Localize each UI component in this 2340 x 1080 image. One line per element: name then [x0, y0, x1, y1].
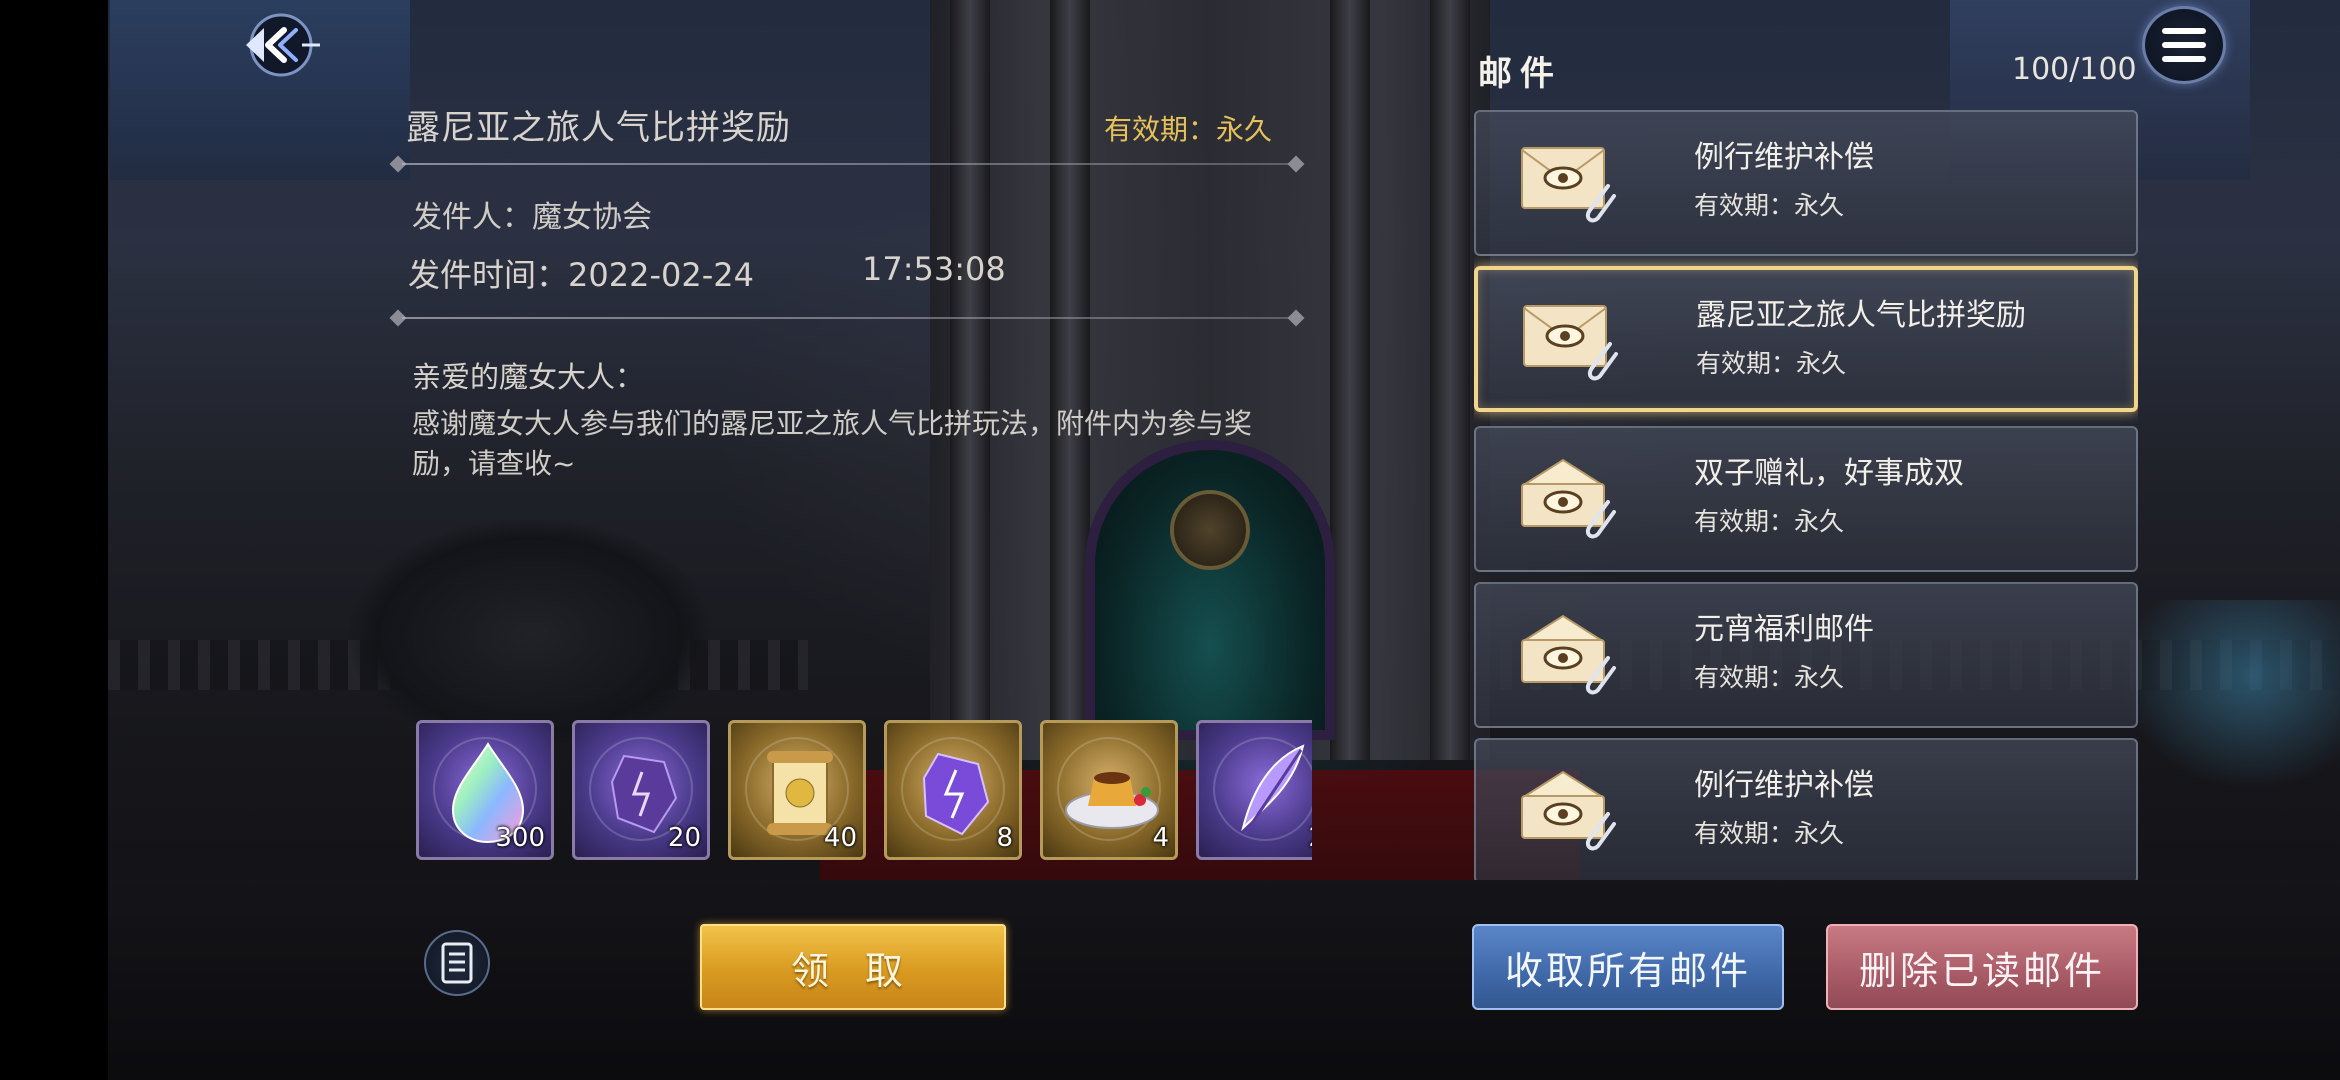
mail-send-time: 发件时间：2022-02-24 17:53:08: [408, 250, 1006, 296]
detail-divider-top: [389, 155, 1305, 173]
mail-sender: 发件人：魔女协会: [412, 200, 652, 235]
attachment-count: 8: [996, 823, 1013, 853]
attachment-item[interactable]: 4: [1040, 720, 1178, 860]
mail-item-validity: 有效期：永久: [1694, 663, 1845, 692]
paperclip-icon: [1587, 342, 1618, 381]
mail-list-item[interactable]: 双子赠礼，好事成双 有效期：永久: [1474, 426, 2138, 572]
mail-list-item[interactable]: 例行维护补偿 有效期：永久: [1474, 738, 2138, 880]
mail-list[interactable]: 例行维护补偿 有效期：永久 露尼亚之旅人气比拼奖励 有效期：永久 双子赠礼，好事…: [1474, 110, 2138, 880]
mail-item-validity: 有效期：永久: [1694, 819, 1845, 848]
attachment-item[interactable]: 2: [1196, 720, 1312, 860]
mail-body: 感谢魔女大人参与我们的露尼亚之旅人气比拼玩法，附件内为参与奖励，请查收~: [412, 407, 1253, 480]
paperclip-icon: [1585, 184, 1616, 223]
attachment-count: 4: [1152, 823, 1169, 853]
attachment-count: 20: [667, 823, 701, 853]
detail-divider-bottom: [389, 309, 1305, 327]
mail-item-validity: 有效期：永久: [1694, 507, 1845, 536]
attachment-item[interactable]: 20: [572, 720, 710, 860]
mail-list-item-selected[interactable]: 露尼亚之旅人气比拼奖励 有效期：永久: [1474, 266, 2138, 412]
attachment-count: 300: [495, 823, 545, 853]
validity-label: 有效期：: [1104, 113, 1217, 146]
mail-validity: 有效期：永久: [1104, 108, 1272, 148]
menu-button[interactable]: [2142, 6, 2226, 84]
claim-button[interactable]: 领 取: [700, 924, 1006, 1010]
paperclip-icon: [1585, 500, 1616, 539]
mail-item-title: 例行维护补偿: [1694, 140, 1874, 175]
attachment-list: 300 20 40 8 4: [416, 720, 1312, 860]
mail-item-title: 例行维护补偿: [1694, 768, 1874, 803]
attachment-count: 40: [823, 823, 857, 853]
back-button[interactable]: [236, 6, 326, 84]
collect-all-mail-button[interactable]: 收取所有邮件: [1472, 924, 1784, 1010]
attachment-item[interactable]: 300: [416, 720, 554, 860]
mail-list-item[interactable]: 元宵福利邮件 有效期：永久: [1474, 582, 2138, 728]
mail-item-title: 元宵福利邮件: [1694, 612, 1874, 647]
attachment-item[interactable]: 40: [728, 720, 866, 860]
mail-item-title: 露尼亚之旅人气比拼奖励: [1696, 298, 2026, 333]
attachment-item[interactable]: 8: [884, 720, 1022, 860]
mail-item-title: 双子赠礼，好事成双: [1694, 456, 1964, 491]
validity-value: 永久: [1216, 113, 1273, 146]
paperclip-icon: [1585, 656, 1616, 695]
mail-greeting: 亲爱的魔女大人：: [412, 360, 645, 394]
back-arrow-icon: [246, 13, 320, 77]
attachment-count: 2: [1308, 823, 1312, 853]
left-black-bar: [0, 0, 108, 1080]
mail-item-validity: 有效期：永久: [1696, 349, 1847, 378]
send-date: 发件时间：2022-02-24: [408, 256, 754, 294]
mail-detail-title: 露尼亚之旅人气比拼奖励: [406, 108, 791, 148]
mail-item-validity: 有效期：永久: [1694, 191, 1845, 220]
quill-feather-icon: [1199, 723, 1312, 857]
hamburger-menu-icon: [2162, 24, 2206, 66]
paperclip-icon: [1585, 812, 1616, 851]
send-clock: 17:53:08: [862, 250, 1006, 288]
mail-panel-title: 邮件: [1478, 54, 1562, 94]
mail-log-button[interactable]: [424, 930, 490, 996]
mail-list-item[interactable]: 例行维护补偿 有效期：永久: [1474, 110, 2138, 256]
document-list-icon: [441, 942, 473, 984]
delete-read-mail-button[interactable]: 删除已读邮件: [1826, 924, 2138, 1010]
mail-count: 100/100: [2012, 52, 2137, 87]
